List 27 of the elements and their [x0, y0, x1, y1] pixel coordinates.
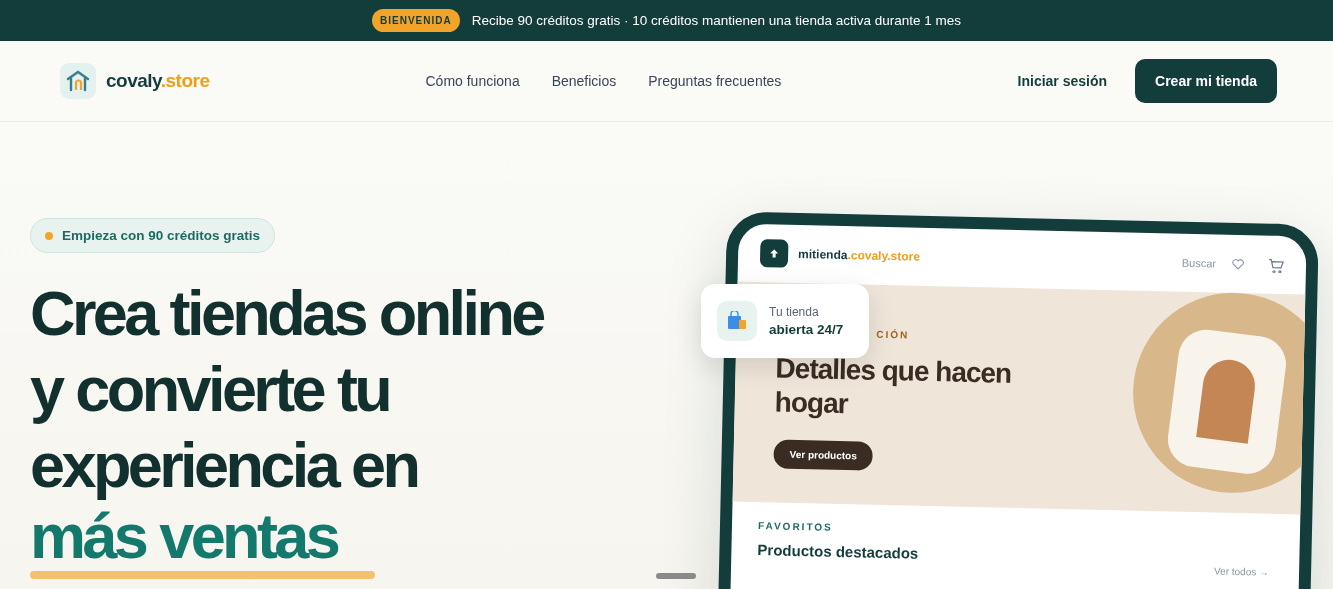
nav-link[interactable]: Beneficios — [551, 73, 617, 89]
section-title: Productos destacados — [757, 541, 919, 562]
store-logo-icon — [759, 239, 789, 268]
view-products-button[interactable]: Ver productos — [773, 439, 874, 471]
brand-logo[interactable]: covaly.store — [106, 70, 210, 92]
heart-icon[interactable] — [1231, 258, 1245, 270]
section-kicker: FAVORITOS — [757, 520, 834, 535]
announcement-text: Recibe 90 créditos gratis · 10 créditos mantienen una tienda activa durante 1 mes — [471, 13, 961, 28]
card-label: Tu tienda — [769, 305, 820, 319]
banner-kicker: CIÓN — [876, 328, 911, 343]
hero-highlight: más ventas — [30, 503, 338, 569]
hero-headline-line: experiencia en — [30, 429, 419, 502]
create-store-button[interactable]: Crear mi tienda — [1135, 59, 1277, 103]
banner-title: Detalles que hacen hogar — [774, 351, 1013, 422]
login-link[interactable]: Iniciar sesión — [1017, 73, 1108, 89]
nav-link[interactable]: Cómo funciona — [425, 73, 520, 89]
shopping-bag-icon — [717, 301, 757, 341]
hero-headline-line: y convierte tu — [30, 353, 391, 426]
nav-link[interactable]: Preguntas frecuentes — [648, 73, 782, 89]
house-logo-icon[interactable] — [60, 63, 96, 99]
scroll-indicator — [656, 573, 696, 579]
card-value: abierta 24/7 — [769, 322, 844, 337]
store-domain: mitienda.covaly.store — [798, 246, 921, 264]
cart-icon[interactable] — [1267, 257, 1285, 273]
welcome-badge: BIENVENIDA — [372, 9, 460, 32]
credits-pill: Empieza con 90 créditos gratis — [30, 218, 276, 253]
hero-headline-line: Crea tiendas online — [30, 277, 543, 350]
